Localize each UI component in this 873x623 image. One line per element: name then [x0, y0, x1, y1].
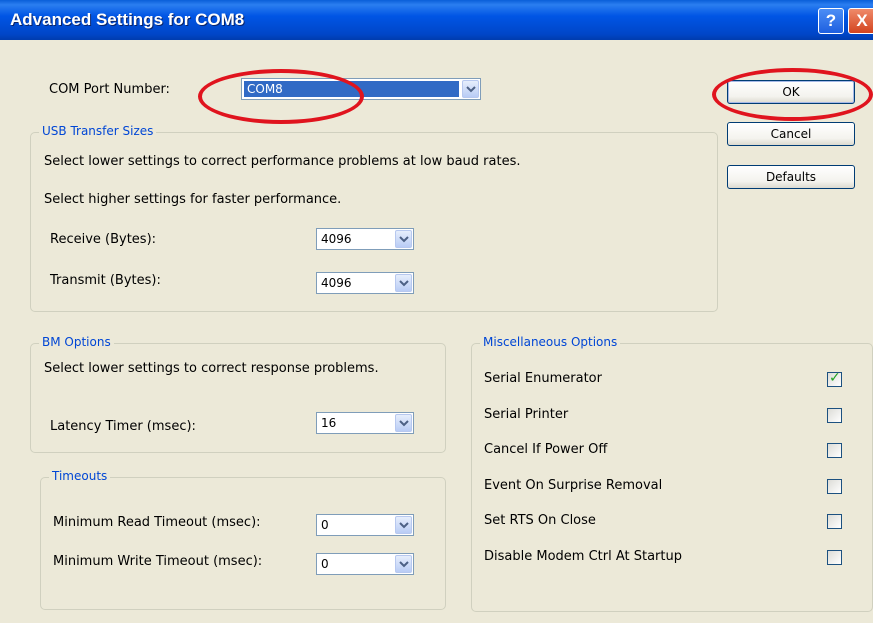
misc-option-label: Disable Modem Ctrl At Startup — [484, 548, 682, 564]
misc-option-checkbox[interactable] — [827, 443, 842, 458]
com-port-value: COM8 — [244, 81, 459, 97]
window-title: Advanced Settings for COM8 — [10, 10, 245, 29]
usb-transfer-hint-lower: Select lower settings to correct perform… — [44, 154, 521, 169]
transmit-label: Transmit (Bytes): — [50, 273, 161, 288]
misc-option-checkbox[interactable] — [827, 514, 842, 529]
latency-label: Latency Timer (msec): — [50, 419, 196, 434]
misc-option-label: Set RTS On Close — [484, 513, 596, 528]
write-timeout-label: Minimum Write Timeout (msec): — [53, 554, 263, 569]
write-timeout-value: 0 — [321, 557, 329, 571]
chevron-down-icon[interactable] — [395, 555, 412, 573]
cancel-button-label: Cancel — [770, 127, 812, 141]
defaults-button-label: Defaults — [765, 170, 817, 184]
usb-transfer-title: USB Transfer Sizes — [39, 124, 157, 138]
defaults-button[interactable]: Defaults — [727, 165, 855, 189]
misc-option-label: Cancel If Power Off — [484, 442, 608, 457]
timeouts-title: Timeouts — [49, 469, 111, 483]
latency-select[interactable]: 16 — [316, 412, 414, 434]
cancel-button[interactable]: Cancel — [727, 122, 855, 146]
chevron-down-icon[interactable] — [395, 516, 412, 534]
bm-options-title: BM Options — [39, 335, 114, 349]
transmit-value: 4096 — [321, 276, 352, 290]
title-bar[interactable]: Advanced Settings for COM8 ? X — [0, 0, 873, 40]
com-port-label: COM Port Number: — [49, 82, 170, 97]
chevron-down-icon[interactable] — [395, 414, 412, 432]
com-port-select[interactable]: COM8 — [241, 78, 481, 100]
close-button[interactable]: X — [848, 8, 873, 34]
dialog-body: COM Port Number: COM8 OK Cancel Defaults… — [8, 40, 873, 623]
timeouts-group: Timeouts — [40, 469, 446, 610]
transmit-select[interactable]: 4096 — [316, 272, 414, 294]
misc-option-checkbox[interactable] — [827, 549, 842, 565]
misc-option-checkbox[interactable] — [827, 407, 842, 423]
read-timeout-value: 0 — [321, 518, 329, 532]
latency-value: 16 — [321, 416, 337, 430]
bm-options-hint: Select lower settings to correct respons… — [44, 361, 379, 376]
misc-options-title: Miscellaneous Options — [480, 335, 621, 349]
ok-button-label: OK — [782, 85, 800, 99]
checkmark-icon: ✓ — [829, 370, 841, 386]
help-icon: ? — [825, 11, 837, 30]
receive-label: Receive (Bytes): — [50, 232, 157, 247]
bm-options-group: BM Options — [30, 335, 446, 453]
chevron-down-icon[interactable] — [395, 230, 412, 248]
misc-option-checkbox[interactable]: ✓ — [827, 370, 842, 387]
read-timeout-label: Minimum Read Timeout (msec): — [53, 515, 261, 530]
close-icon: X — [856, 11, 868, 30]
misc-option-label: Event On Surprise Removal — [484, 477, 663, 493]
misc-option-checkbox[interactable] — [827, 478, 842, 494]
misc-option-label: Serial Enumerator — [484, 371, 602, 386]
chevron-down-icon[interactable] — [395, 274, 412, 292]
read-timeout-select[interactable]: 0 — [316, 514, 414, 536]
receive-select[interactable]: 4096 — [316, 228, 414, 250]
chevron-down-icon[interactable] — [462, 80, 479, 98]
usb-transfer-hint-higher: Select higher settings for faster perfor… — [44, 192, 342, 207]
help-button[interactable]: ? — [818, 8, 844, 34]
receive-value: 4096 — [321, 232, 352, 246]
misc-option-label: Serial Printer — [484, 406, 569, 422]
advanced-settings-window: Advanced Settings for COM8 ? X COM Port … — [0, 0, 873, 623]
ok-button[interactable]: OK — [727, 80, 855, 104]
write-timeout-select[interactable]: 0 — [316, 553, 414, 575]
